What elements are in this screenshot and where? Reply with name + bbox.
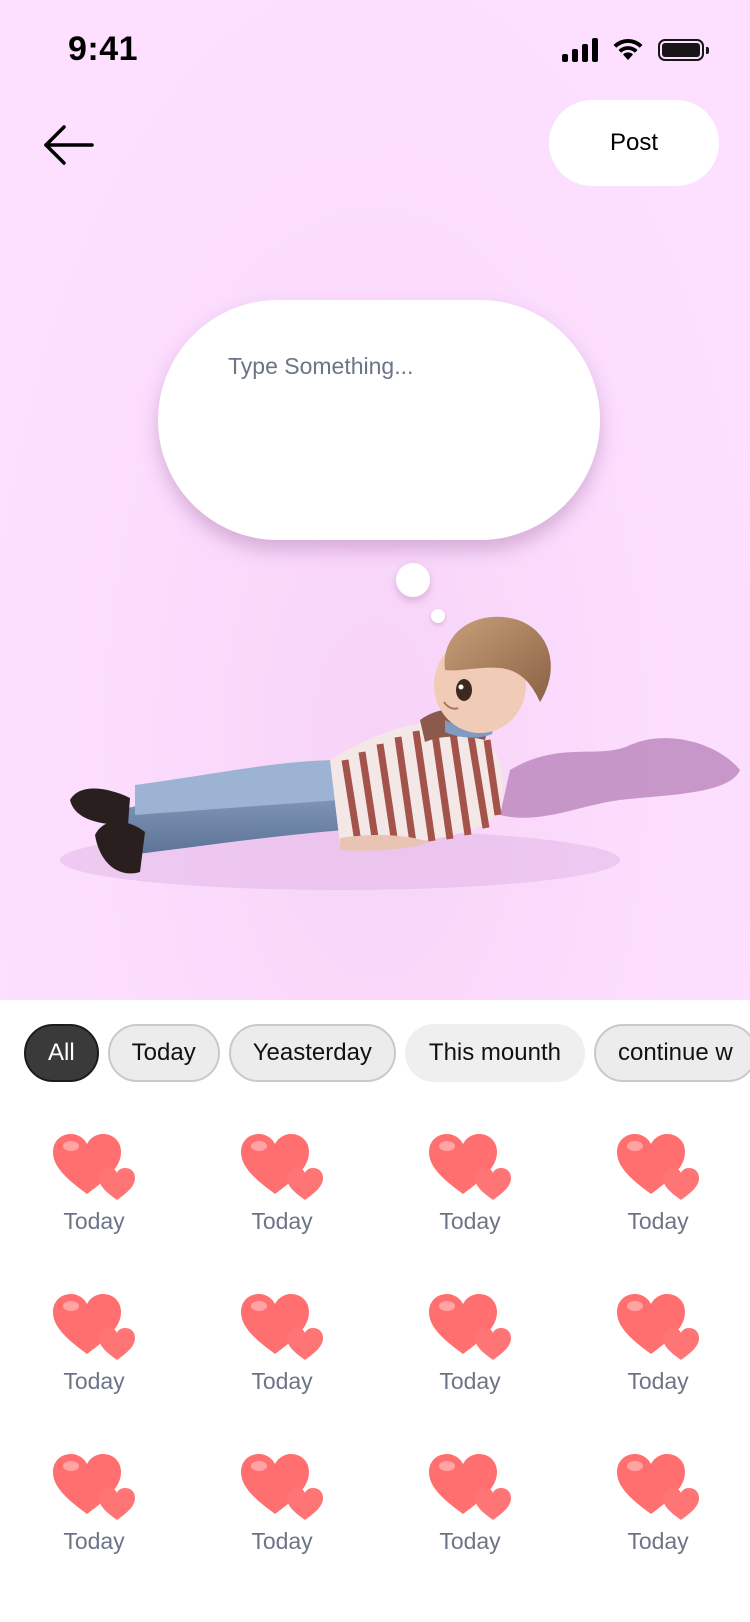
grid-item[interactable]: Today — [188, 1450, 376, 1610]
heart-icon — [429, 1134, 511, 1200]
grid-item-label: Today — [627, 1368, 689, 1394]
thought-bubble — [158, 300, 600, 540]
post-button[interactable]: Post — [549, 100, 719, 186]
cellular-signal-icon — [562, 38, 598, 62]
grid-item-label: Today — [63, 1208, 125, 1234]
filter-chip-continue[interactable]: continue w — [593, 1024, 750, 1082]
status-icons — [562, 38, 709, 62]
heart-icon — [617, 1134, 699, 1200]
grid-item[interactable]: Today — [0, 1450, 188, 1610]
grid-item-label: Today — [439, 1528, 501, 1554]
wifi-icon — [613, 38, 643, 60]
grid-item-label: Today — [627, 1208, 689, 1234]
filter-chip-today[interactable]: Today — [107, 1024, 220, 1082]
grid-item[interactable]: Today — [188, 1290, 376, 1450]
thought-input[interactable] — [226, 352, 550, 381]
grid-item[interactable]: Today — [0, 1290, 188, 1450]
mood-grid: Today Today Today Today Today Today Toda… — [0, 1130, 750, 1610]
reclining-character-illustration — [60, 616, 740, 890]
status-time: 9:41 — [68, 30, 139, 68]
grid-item[interactable]: Today — [564, 1130, 750, 1290]
heart-icon — [429, 1294, 511, 1360]
heart-icon — [53, 1454, 135, 1520]
battery-icon — [658, 39, 709, 61]
back-arrow-icon[interactable] — [40, 120, 96, 170]
filter-chips: All Today Yeasterday This mounth continu… — [24, 1024, 750, 1086]
grid-item-label: Today — [251, 1528, 313, 1554]
grid-item[interactable]: Today — [376, 1450, 564, 1610]
grid-item-label: Today — [439, 1368, 501, 1394]
heart-icon — [53, 1134, 135, 1200]
heart-icon — [429, 1454, 511, 1520]
heart-icon — [53, 1294, 135, 1360]
filter-chip-all[interactable]: All — [24, 1024, 99, 1082]
grid-item-label: Today — [627, 1528, 689, 1554]
grid-item[interactable]: Today — [564, 1290, 750, 1450]
grid-item[interactable]: Today — [564, 1450, 750, 1610]
hero-scene: 9:41 Post — [0, 0, 750, 1000]
heart-icon — [241, 1294, 323, 1360]
heart-icon — [617, 1294, 699, 1360]
heart-icon — [617, 1454, 699, 1520]
grid-item-label: Today — [63, 1528, 125, 1554]
grid-item[interactable]: Today — [188, 1130, 376, 1290]
thought-dot-large — [396, 563, 430, 597]
grid-item-label: Today — [251, 1208, 313, 1234]
heart-icon — [241, 1454, 323, 1520]
grid-item-label: Today — [439, 1208, 501, 1234]
grid-item[interactable]: Today — [376, 1130, 564, 1290]
grid-item-label: Today — [63, 1368, 125, 1394]
grid-item[interactable]: Today — [0, 1130, 188, 1290]
filter-chip-this-month[interactable]: This mounth — [404, 1024, 585, 1082]
filter-chip-yesterday[interactable]: Yeasterday — [228, 1024, 396, 1082]
grid-item-label: Today — [251, 1368, 313, 1394]
heart-icon — [241, 1134, 323, 1200]
grid-item[interactable]: Today — [376, 1290, 564, 1450]
